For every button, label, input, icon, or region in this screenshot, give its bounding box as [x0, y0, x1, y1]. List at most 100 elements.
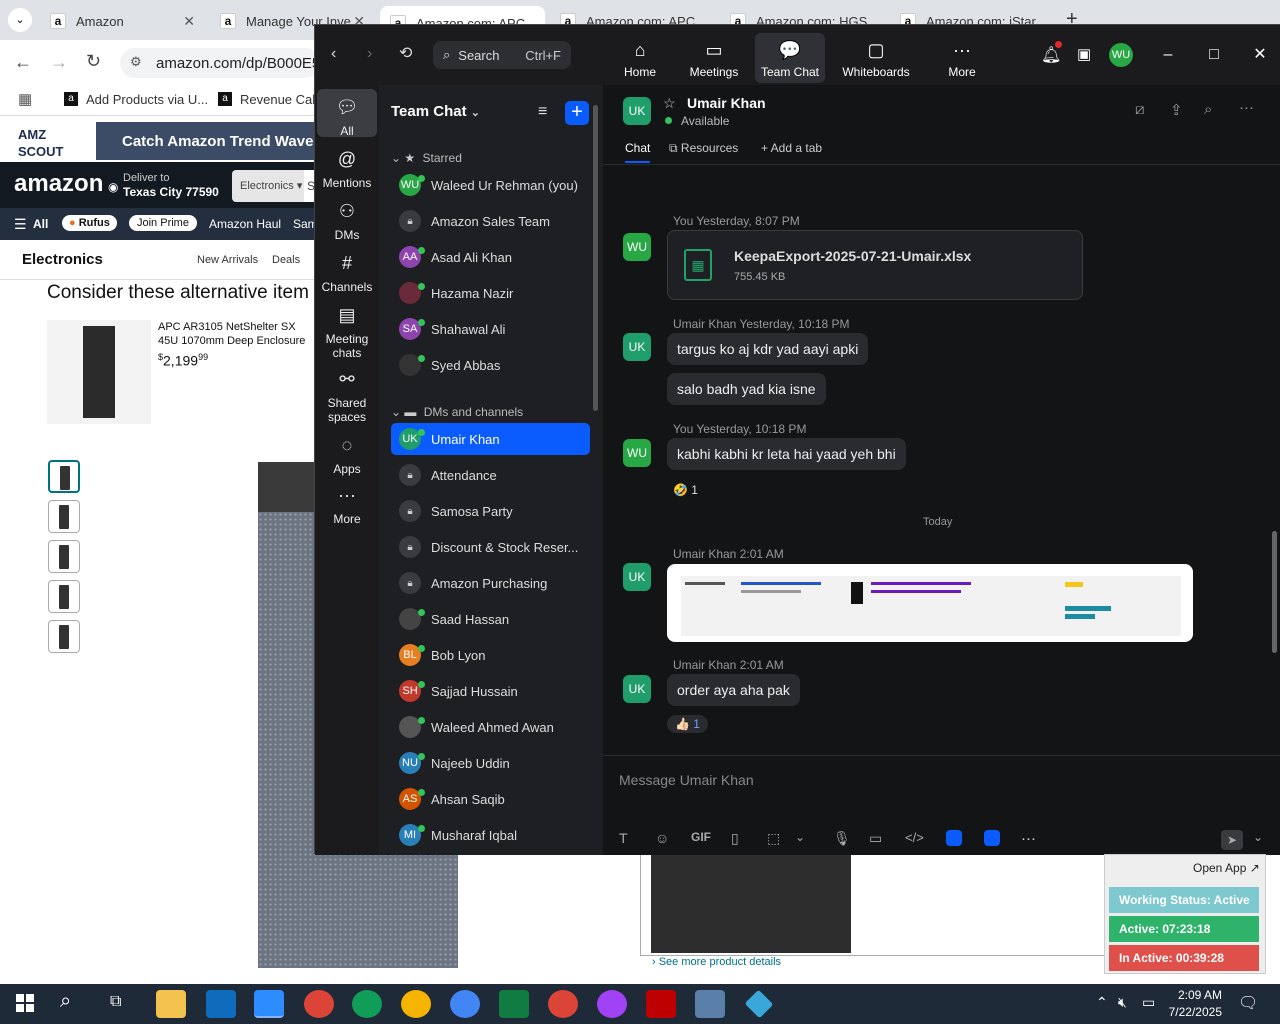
- forward-icon[interactable]: ›: [367, 45, 372, 63]
- calendar-icon[interactable]: ▣: [1077, 45, 1091, 63]
- sender-avatar[interactable]: UK: [623, 333, 651, 361]
- chevron-down-icon[interactable]: ⌄: [1253, 830, 1263, 844]
- chat-list-item[interactable]: BL Bob Lyon: [391, 639, 590, 671]
- app-icon[interactable]: [984, 830, 1000, 846]
- code-icon[interactable]: </>: [905, 830, 924, 845]
- app-icon[interactable]: [946, 830, 962, 846]
- windows-start-icon[interactable]: [16, 994, 34, 1012]
- product-secondary-image[interactable]: [640, 852, 1106, 956]
- product-thumbnail[interactable]: [48, 540, 80, 573]
- more-options-icon[interactable]: ···: [1021, 830, 1036, 847]
- bookmark-item[interactable]: Add Products via U...: [86, 92, 208, 107]
- network-icon[interactable]: ▭: [1142, 994, 1155, 1011]
- contact-avatar[interactable]: UK: [623, 97, 651, 125]
- notifications-icon[interactable]: 🗨︎: [1238, 993, 1258, 1013]
- chat-scrollbar[interactable]: [1272, 531, 1277, 653]
- reaction-pill[interactable]: 🤣 1: [665, 481, 706, 499]
- nav-meetings[interactable]: ▭ Meetings: [679, 33, 749, 83]
- message-bubble[interactable]: targus ko aj kdr yad aayi apki: [667, 333, 869, 365]
- chrome-icon[interactable]: [597, 990, 627, 1018]
- video-message-icon[interactable]: ▭: [869, 830, 882, 847]
- tab-search-button[interactable]: ⌄: [8, 8, 32, 32]
- section-starred[interactable]: ⌄ ★ Starred: [391, 151, 462, 165]
- sender-avatar[interactable]: UK: [623, 675, 651, 703]
- chat-list-item[interactable]: SA Shahawal Ali: [391, 313, 590, 345]
- screenshot-icon[interactable]: ⬚: [767, 830, 780, 847]
- nav-all[interactable]: All: [33, 217, 48, 231]
- site-info-icon[interactable]: ⚙: [130, 54, 142, 70]
- chat-list-item[interactable]: MI Musharaf Iqbal: [391, 819, 590, 851]
- new-chat-button[interactable]: +: [565, 101, 589, 125]
- chevron-up-icon[interactable]: ⌃: [1096, 994, 1108, 1011]
- chat-list-item[interactable]: AA Asad Ali Khan: [391, 241, 590, 273]
- open-app-button[interactable]: Open App ↗: [1193, 861, 1260, 875]
- amzscout-banner[interactable]: Catch Amazon Trend Wave: [96, 122, 326, 160]
- close-tab-icon[interactable]: ✕: [183, 13, 195, 30]
- apps-grid-icon[interactable]: ▦: [18, 90, 32, 108]
- message-bubble[interactable]: salo badh yad kia isne: [667, 373, 826, 405]
- tab-chat[interactable]: Chat: [625, 141, 651, 163]
- rail-apps[interactable]: ◌ Apps: [317, 435, 377, 476]
- reaction-pill[interactable]: 👍🏻 1: [667, 715, 708, 733]
- sender-avatar[interactable]: WU: [623, 233, 651, 261]
- chat-list-item[interactable]: Syed Abbas: [391, 349, 590, 381]
- product-thumbnail[interactable]: [48, 460, 80, 493]
- section-dms-channels[interactable]: ⌄ ▬ DMs and channels: [391, 405, 523, 419]
- search-icon[interactable]: ⌕: [60, 990, 71, 1013]
- microphone-icon[interactable]: 🎙︎: [833, 830, 851, 847]
- nav-join-prime[interactable]: Join Prime: [129, 215, 197, 231]
- rail-shared-spaces[interactable]: ⚯ Shared spaces: [317, 369, 377, 424]
- excel-icon[interactable]: [499, 990, 529, 1018]
- zoom-search-box[interactable]: ⌕ Search Ctrl+F: [433, 41, 571, 69]
- chat-list-item[interactable]: SH Sajjad Hussain: [391, 675, 590, 707]
- text-format-icon[interactable]: T: [619, 830, 628, 846]
- chevron-down-icon[interactable]: ⌄: [795, 830, 805, 844]
- chat-list-item[interactable]: 🔒︎ Samosa Party: [391, 495, 590, 527]
- chrome-icon[interactable]: [304, 990, 334, 1018]
- back-icon[interactable]: ←: [14, 52, 32, 73]
- zoom-app-icon[interactable]: [254, 990, 284, 1018]
- user-avatar[interactable]: WU: [1109, 43, 1133, 67]
- address-bar[interactable]: ⚙ amazon.com/dp/B000E52: [120, 48, 329, 78]
- rail-dms[interactable]: ⚇ DMs: [317, 201, 377, 242]
- message-bubble[interactable]: order aya aha pak: [667, 674, 800, 706]
- nav-team-chat[interactable]: 💬 Team Chat: [755, 33, 825, 83]
- gif-icon[interactable]: GIF: [691, 830, 711, 844]
- chat-list-title[interactable]: Team Chat ⌄: [391, 103, 480, 120]
- browser-tab[interactable]: a Amazon ✕: [40, 6, 205, 36]
- send-icon[interactable]: ➤: [1221, 830, 1243, 850]
- deliver-to-location[interactable]: Texas City 77590: [123, 185, 219, 199]
- chat-list-item[interactable]: UK Umair Khan: [391, 423, 590, 455]
- rail-mentions[interactable]: @ Mentions: [317, 149, 377, 190]
- subnav-new-arrivals[interactable]: New Arrivals: [197, 254, 258, 266]
- message-composer[interactable]: Message Umair Khan T ☺ GIF ▯ ⬚ ⌄ 🎙︎ ▭ </…: [603, 755, 1280, 855]
- alternative-product-image[interactable]: [47, 320, 151, 424]
- tab-add[interactable]: + Add a tab: [761, 141, 822, 155]
- rail-more[interactable]: ··· More: [317, 485, 377, 526]
- chrome-icon[interactable]: [352, 990, 382, 1018]
- chat-list-item[interactable]: 🔒︎ Discount & Stock Reser...: [391, 531, 590, 563]
- nav-home[interactable]: ⌂ Home: [605, 33, 675, 83]
- maximize-button[interactable]: □: [1199, 41, 1229, 69]
- rail-channels[interactable]: # Channels: [317, 253, 377, 294]
- nav-more[interactable]: ··· More: [927, 33, 997, 83]
- rail-all[interactable]: 💬︎ All: [317, 89, 377, 138]
- rail-meeting-chats[interactable]: ▤ Meeting chats: [317, 305, 377, 360]
- star-outline-icon[interactable]: ☆: [663, 95, 676, 112]
- emoji-icon[interactable]: ☺: [655, 830, 669, 846]
- file-icon[interactable]: ▯: [731, 830, 739, 847]
- nav-rufus[interactable]: ● Rufus: [62, 215, 117, 231]
- chat-list-item[interactable]: 🔒︎ Amazon Sales Team: [391, 205, 590, 237]
- calculator-icon[interactable]: [695, 990, 725, 1018]
- share-screen-icon[interactable]: ⇪: [1170, 101, 1183, 119]
- volume-muted-icon[interactable]: 🔇︎: [1118, 994, 1127, 1011]
- chat-list-item[interactable]: WU Waleed Ur Rehman (you): [391, 169, 590, 201]
- forward-icon[interactable]: →: [50, 52, 68, 73]
- chat-list-item[interactable]: NU Najeeb Uddin: [391, 747, 590, 779]
- chrome-icon[interactable]: [401, 990, 431, 1018]
- file-attachment-card[interactable]: ▦ KeepaExport-2025-07-21-Umair.xlsx 755.…: [667, 230, 1083, 300]
- chat-list-item[interactable]: AS Ahsan Saqib: [391, 783, 590, 815]
- product-thumbnail[interactable]: [48, 580, 80, 613]
- screenshot-image-attachment[interactable]: [667, 564, 1193, 642]
- amazon-logo[interactable]: amazon: [14, 170, 103, 198]
